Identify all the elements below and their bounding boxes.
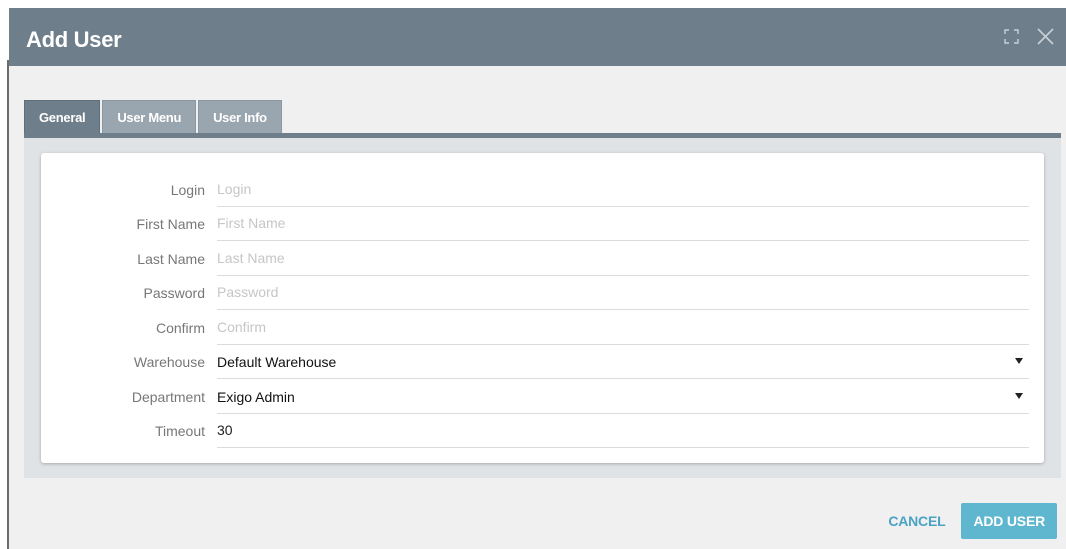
dialog-titlebar: Add User — [9, 8, 1066, 66]
form-row-last-name: Last Name — [41, 242, 1044, 276]
timeout-label: Timeout — [154, 423, 205, 439]
cancel-button[interactable]: CANCEL — [884, 505, 949, 537]
login-input[interactable] — [217, 181, 997, 197]
first-name-field-wrapper — [217, 207, 1029, 241]
tab-bar: General User Menu User Info — [24, 100, 282, 133]
tab-user-info[interactable]: User Info — [198, 100, 282, 133]
timeout-input[interactable] — [217, 422, 997, 438]
confirm-field-wrapper — [217, 311, 1029, 345]
close-icon[interactable] — [1037, 28, 1054, 45]
confirm-label: Confirm — [155, 320, 205, 336]
dialog-actions: CANCEL ADD USER — [884, 503, 1057, 539]
form-row-warehouse: Warehouse Default Warehouse — [41, 345, 1044, 379]
first-name-input[interactable] — [217, 215, 997, 231]
password-input[interactable] — [217, 284, 997, 300]
last-name-label: Last Name — [137, 251, 205, 267]
tab-user-menu[interactable]: User Menu — [102, 100, 197, 133]
caret-down-icon[interactable] — [1015, 393, 1023, 399]
caret-down-icon[interactable] — [1015, 358, 1023, 364]
login-field-wrapper — [217, 173, 1029, 207]
last-name-field-wrapper — [217, 242, 1029, 276]
warehouse-label: Warehouse — [133, 354, 205, 370]
login-label: Login — [170, 182, 205, 198]
form-row-timeout: Timeout — [41, 414, 1044, 448]
department-selected-value: Exigo Admin — [217, 389, 295, 405]
titlebar-controls — [1004, 28, 1054, 45]
form-row-login: Login — [41, 173, 1044, 207]
maximize-icon[interactable] — [1004, 29, 1019, 44]
form-row-department: Department Exigo Admin — [41, 380, 1044, 414]
form-row-first-name: First Name — [41, 207, 1044, 241]
timeout-field-wrapper — [217, 414, 1029, 448]
form-row-password: Password — [41, 276, 1044, 310]
confirm-password-input[interactable] — [217, 319, 997, 335]
last-name-input[interactable] — [217, 250, 997, 266]
department-label: Department — [131, 389, 205, 405]
dialog-title: Add User — [26, 27, 122, 52]
warehouse-select[interactable]: Default Warehouse — [217, 345, 1029, 379]
tab-general[interactable]: General — [24, 100, 101, 133]
warehouse-selected-value: Default Warehouse — [217, 354, 337, 370]
user-form-card: Login First Name Last Name Password — [41, 153, 1044, 463]
first-name-label: First Name — [136, 216, 205, 232]
add-user-button[interactable]: ADD USER — [961, 503, 1057, 539]
password-field-wrapper — [217, 276, 1029, 310]
page: Add User General User Menu User Info Log… — [0, 0, 1066, 549]
password-label: Password — [143, 285, 205, 301]
add-user-dialog: Add User General User Menu User Info Log… — [9, 8, 1066, 549]
form-row-confirm: Confirm — [41, 311, 1044, 345]
department-select[interactable]: Exigo Admin — [217, 380, 1029, 414]
